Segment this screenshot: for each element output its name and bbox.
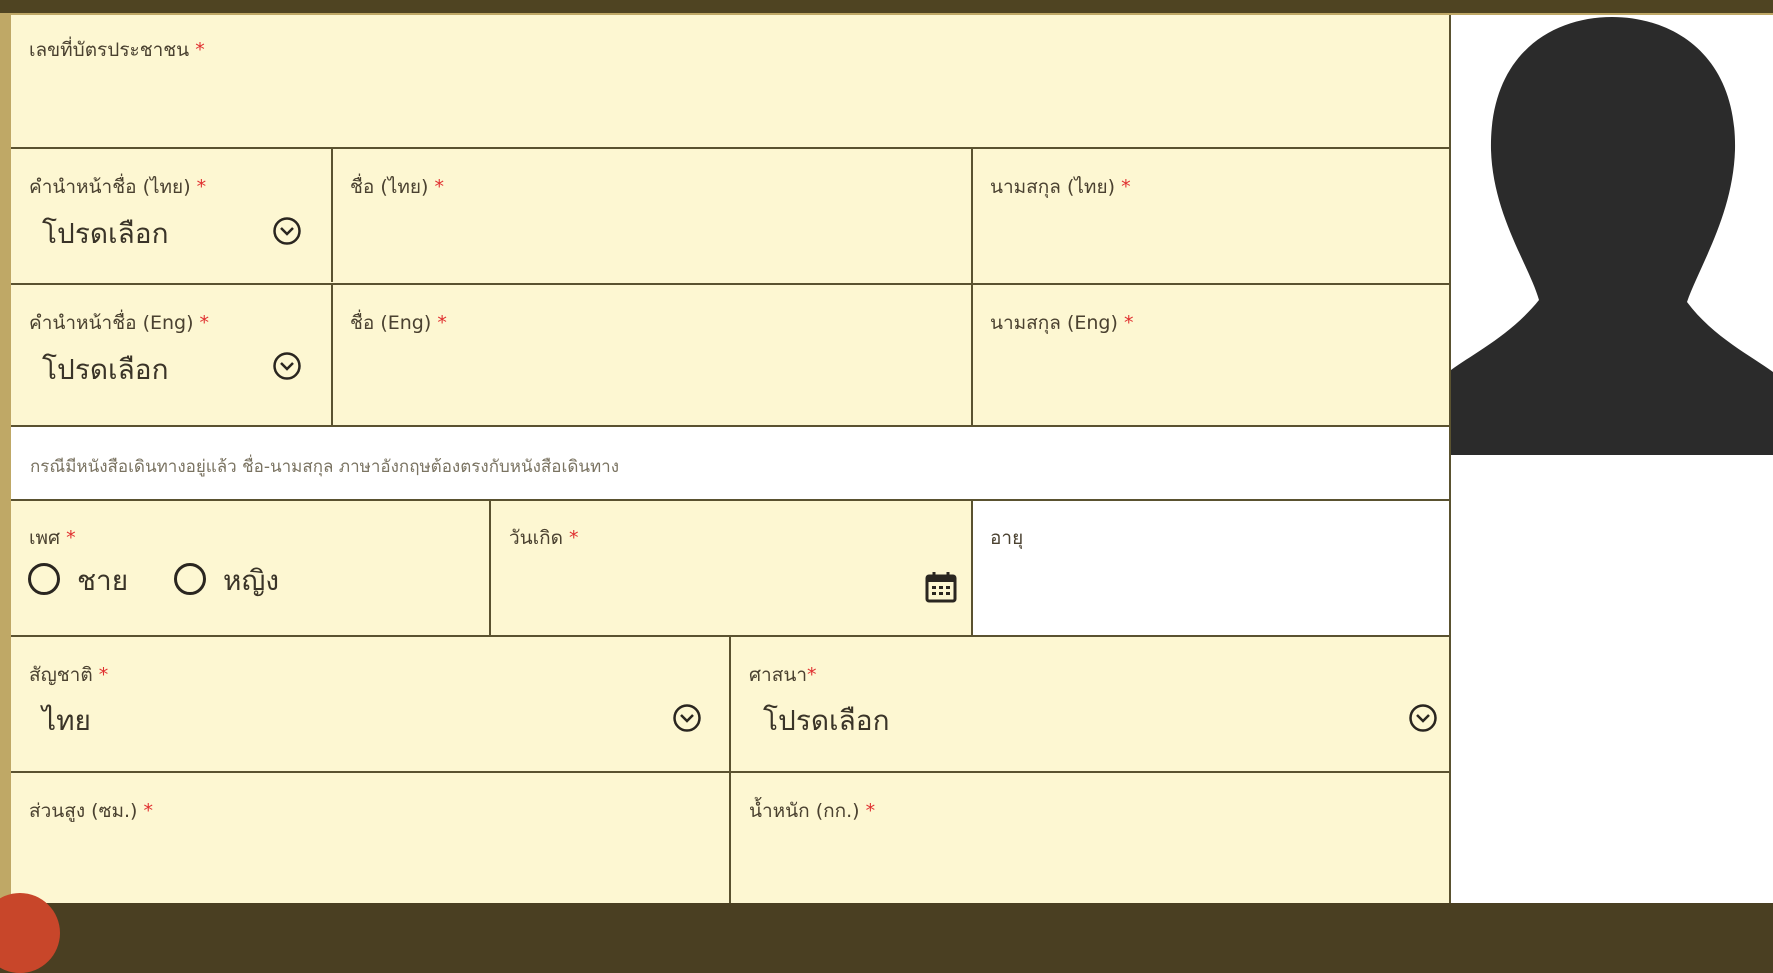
gender-female-option[interactable]: หญิง: [174, 559, 314, 599]
required-mark: *: [196, 176, 207, 198]
firstname-th-label: ชื่อ (ไทย): [350, 176, 429, 198]
weight-label: น้ำหนัก (กก.): [749, 800, 860, 822]
height-label: ส่วนสูง (ซม.): [29, 800, 138, 822]
lastname-en-label: นามสกุล (Eng): [990, 312, 1118, 334]
lastname-en-field[interactable]: นามสกุล (Eng) *: [973, 285, 1451, 425]
religion-select[interactable]: ศาสนา* โปรดเลือก: [731, 637, 1451, 771]
required-mark: *: [434, 176, 444, 198]
top-bar: [0, 0, 1773, 13]
lastname-th-field[interactable]: นามสกุล (ไทย) *: [973, 149, 1451, 283]
required-mark: *: [98, 664, 109, 686]
firstname-en-field[interactable]: ชื่อ (Eng) *: [333, 285, 971, 425]
title-en-label: คำนำหน้าชื่อ (Eng): [29, 312, 194, 334]
required-mark: *: [143, 800, 154, 822]
chevron-down-circle-icon[interactable]: [272, 216, 302, 246]
birthdate-label: วันเกิด: [509, 527, 563, 549]
required-mark: *: [865, 800, 876, 822]
religion-value: โปรดเลือก: [763, 704, 890, 737]
gender-label: เพศ: [29, 527, 61, 549]
radio-female[interactable]: [174, 563, 206, 595]
gender-male-label: ชาย: [77, 564, 129, 597]
birthdate-field[interactable]: วันเกิด *: [491, 501, 971, 635]
required-mark: *: [806, 664, 817, 686]
title-th-label: คำนำหน้าชื่อ (ไทย): [29, 176, 191, 198]
required-mark: *: [199, 312, 210, 334]
title-en-select[interactable]: คำนำหน้าชื่อ (Eng) * โปรดเลือก: [11, 285, 331, 425]
title-th-value: โปรดเลือก: [42, 217, 169, 250]
required-mark: *: [66, 527, 76, 549]
age-label: อายุ: [990, 527, 1024, 549]
required-mark: *: [1123, 312, 1134, 334]
person-silhouette-icon: [1451, 15, 1773, 455]
required-mark: *: [195, 39, 205, 61]
personal-info-form: เลขที่บัตรประชาชน * คำนำหน้าชื่อ (ไทย) *…: [11, 15, 1451, 903]
chevron-down-circle-icon[interactable]: [1408, 703, 1438, 733]
nationality-label: สัญชาติ: [29, 664, 93, 686]
gender-female-label: หญิง: [223, 564, 279, 597]
height-field[interactable]: ส่วนสูง (ซม.) *: [11, 773, 729, 903]
required-mark: *: [569, 527, 579, 549]
chevron-down-circle-icon[interactable]: [672, 703, 702, 733]
id-card-label: เลขที่บัตรประชาชน: [29, 39, 190, 61]
passport-note-strip: กรณีมีหนังสือเดินทางอยู่แล้ว ชื่อ-นามสกุ…: [11, 425, 1451, 501]
title-th-select[interactable]: คำนำหน้าชื่อ (ไทย) * โปรดเลือก: [11, 149, 331, 283]
age-field: อายุ: [973, 501, 1451, 635]
chevron-down-circle-icon[interactable]: [272, 351, 302, 381]
lastname-th-label: นามสกุล (ไทย): [990, 176, 1116, 198]
required-mark: *: [1121, 176, 1131, 198]
floating-action-button[interactable]: [0, 893, 60, 973]
nationality-value: ไทย: [42, 704, 91, 737]
id-card-field[interactable]: เลขที่บัตรประชาชน *: [11, 15, 1451, 148]
firstname-th-field[interactable]: ชื่อ (ไทย) *: [333, 149, 973, 283]
passport-note: กรณีมีหนังสือเดินทางอยู่แล้ว ชื่อ-นามสกุ…: [30, 457, 620, 477]
required-mark: *: [437, 312, 447, 334]
gender-field: เพศ * ชาย หญิง: [11, 501, 490, 635]
gender-male-option[interactable]: ชาย: [28, 559, 148, 599]
religion-label: ศาสนา: [749, 664, 807, 686]
nationality-select[interactable]: สัญชาติ * ไทย: [11, 637, 729, 771]
firstname-en-label: ชื่อ (Eng): [350, 312, 432, 334]
weight-field[interactable]: น้ำหนัก (กก.) *: [731, 773, 1451, 903]
calendar-icon[interactable]: [925, 571, 957, 603]
title-en-value: โปรดเลือก: [42, 353, 169, 386]
radio-male[interactable]: [28, 563, 60, 595]
photo-panel[interactable]: [1451, 15, 1773, 903]
